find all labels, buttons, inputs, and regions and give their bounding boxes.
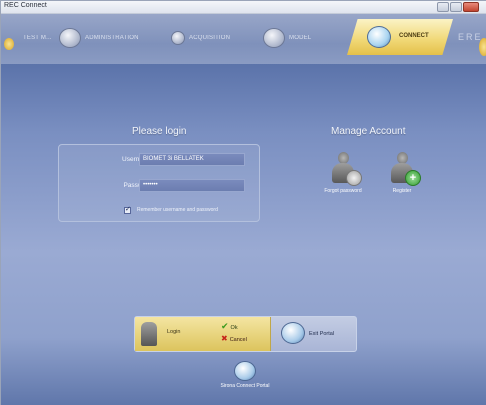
exit-portal-label: Exit Portal [309,331,335,337]
action-bar: Login Ok Cancel Exit Portal [134,316,357,352]
nav-item-test[interactable]: TEST M... [19,26,52,50]
tooth-icon [59,28,81,48]
ok-button[interactable]: Ok [221,321,238,332]
title-bar: REC Connect [1,1,486,14]
sirona-connect-portal-button[interactable]: Sirona Connect Portal [215,361,275,389]
register-button[interactable]: + Register [376,152,428,194]
minimize-button[interactable] [437,2,449,12]
nav-logo-mark: ERE [458,32,483,42]
remember-label: Remember username and password [137,207,218,213]
forgot-password-label: Forgot password [324,188,362,194]
manage-account-heading: Manage Account [331,126,406,137]
forgot-password-button[interactable]: Forgot password [317,152,369,194]
nav-item-administration[interactable]: ADMINISTRATION [59,26,139,50]
login-heading: Please login [132,126,187,137]
register-label: Register [392,188,412,194]
workflow-nav: TEST M... ADMINISTRATION ACQUISITION MOD… [1,14,486,64]
exit-portal-button[interactable]: Exit Portal [275,317,355,351]
user-icon [141,322,157,346]
nav-item-label: MODEL [289,35,312,41]
maximize-button[interactable] [450,2,462,12]
globe-icon [281,322,305,344]
user-icon: + [389,152,421,186]
nav-item-label: TEST M... [23,35,52,41]
model-icon [263,28,285,48]
login-button[interactable]: Login Ok Cancel [135,317,271,351]
globe-icon [367,26,391,48]
login-form: Username BIOMET 3i BELLATEK Password •••… [58,144,260,222]
globe-icon [234,361,256,381]
password-input[interactable]: ••••••• [139,179,245,192]
window-title: REC Connect [4,2,47,9]
nav-item-label: CONNECT [399,33,429,39]
username-row: Username BIOMET 3i BELLATEK [59,153,259,166]
plus-icon: + [405,170,421,186]
nav-item-acquisition[interactable]: ACQUISITION [171,26,230,50]
nav-left-indicator [4,38,14,50]
close-button[interactable] [463,2,479,12]
cancel-button[interactable]: Cancel [221,334,247,343]
login-button-label: Login [167,329,181,335]
remember-checkbox[interactable] [124,205,131,214]
window-controls [437,2,479,13]
nav-item-label: ADMINISTRATION [85,35,139,41]
scanner-icon [171,31,185,45]
nav-item-connect[interactable]: CONNECT [347,19,453,55]
connect-panel: Please login Username BIOMET 3i BELLATEK… [1,64,486,405]
username-input[interactable]: BIOMET 3i BELLATEK [139,153,245,166]
nav-item-label: ACQUISITION [189,35,231,41]
password-row: Password ••••••• [59,179,259,192]
key-icon [346,170,362,186]
user-icon [330,152,362,186]
portal-label: Sirona Connect Portal [220,383,270,389]
app-window: REC Connect TEST M... ADMINISTRATION ACQ… [0,0,486,405]
nav-right-indicator [479,38,486,56]
nav-item-model[interactable]: MODEL [263,26,311,50]
